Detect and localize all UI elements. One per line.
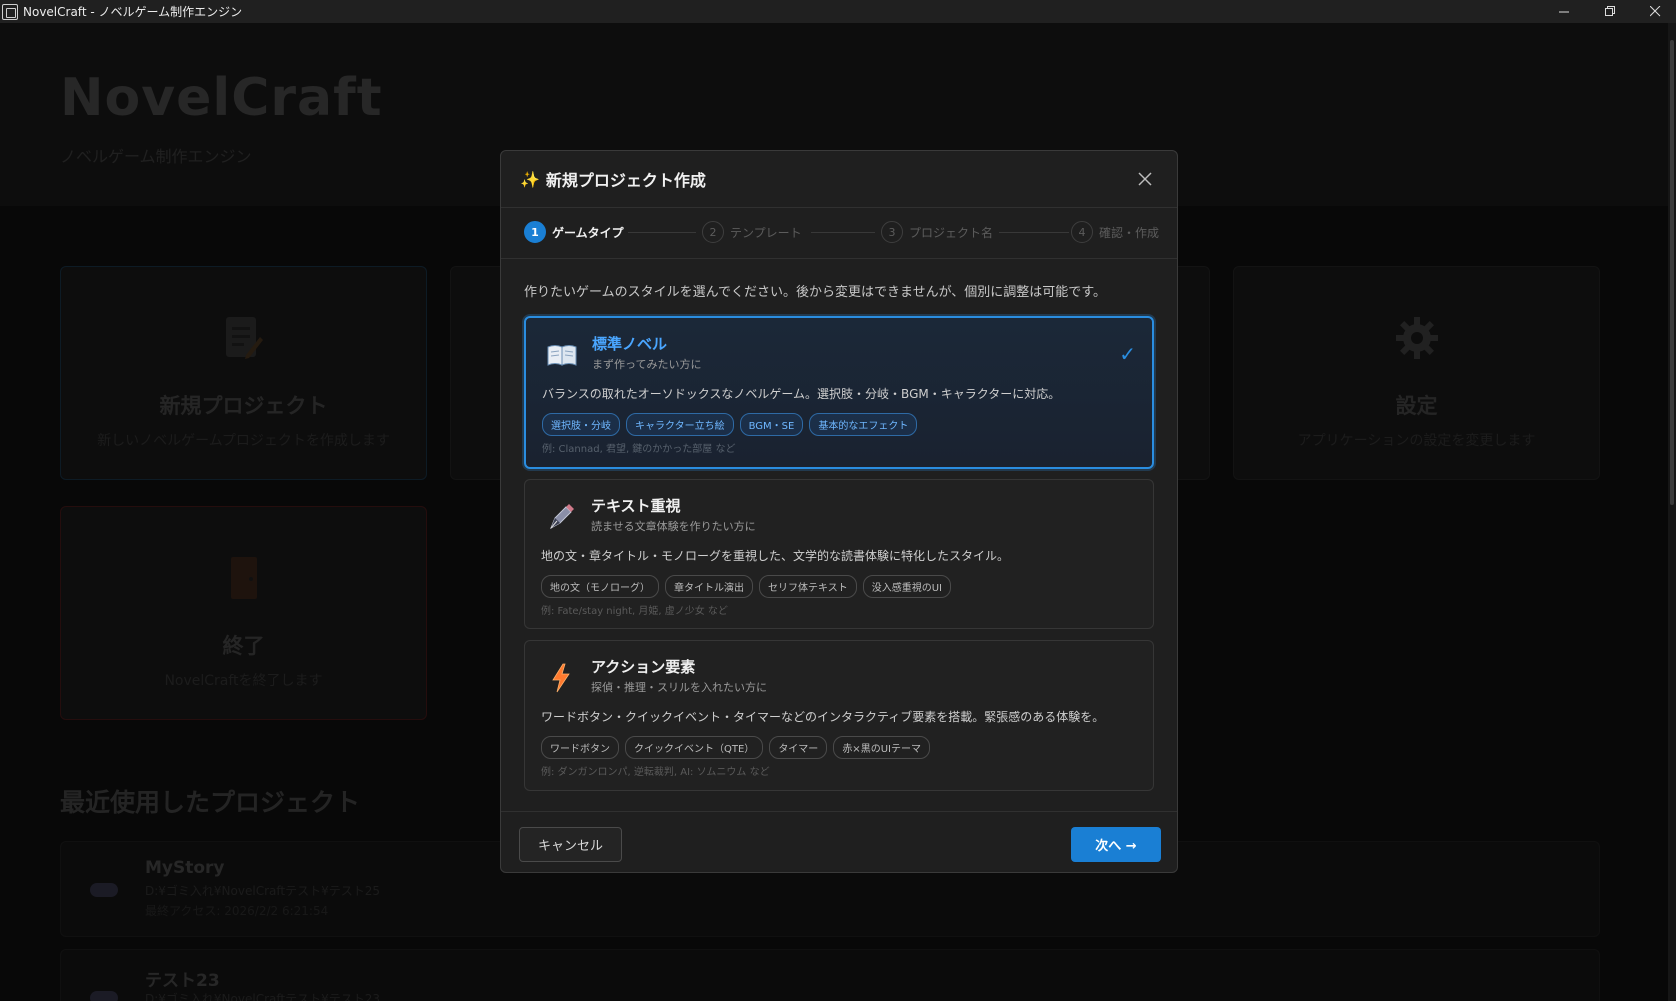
- option-title: 標準ノベル: [592, 335, 668, 353]
- option-title: アクション要素: [591, 658, 696, 676]
- restore-icon: [1604, 6, 1615, 16]
- window-title: NovelCraft - ノベルゲーム制作エンジン: [23, 5, 243, 19]
- game-type-option-standard[interactable]: 標準ノベル まず作ってみたい方に ✓ バランスの取れたオーソドックスなノベルゲー…: [524, 316, 1154, 469]
- title-bar: NovelCraft - ノベルゲーム制作エンジン: [0, 0, 1676, 23]
- feature-tag: 地の文（モノローグ）: [541, 575, 659, 598]
- feature-tag: 選択肢・分岐: [542, 413, 620, 436]
- option-examples: 例: ダンガンロンパ, 逆転裁判, AI: ソムニウム など: [541, 767, 770, 778]
- feature-tag: タイマー: [769, 736, 828, 759]
- step-number: 1: [524, 221, 546, 243]
- feature-tag: 赤×黒のUIテーマ: [833, 736, 930, 759]
- option-tags: 地の文（モノローグ） 章タイトル演出 セリフ体テキスト 没入感重視のUI: [541, 575, 951, 598]
- step-game-type: 1 ゲームタイプ: [524, 221, 624, 243]
- step-number: 3: [881, 221, 903, 243]
- close-icon: [1138, 172, 1152, 186]
- scrollbar-thumb[interactable]: [1670, 40, 1674, 505]
- option-description: バランスの取れたオーソドックスなノベルゲーム。選択肢・分岐・BGM・キャラクター…: [542, 387, 1061, 401]
- feature-tag: セリフ体テキスト: [759, 575, 857, 598]
- dialog-title: 新規プロジェクト作成: [545, 171, 706, 190]
- pen-icon: [544, 500, 578, 534]
- option-description: 地の文・章タイトル・モノローグを重視した、文学的な読書体験に特化したスタイル。: [541, 549, 1010, 563]
- step-label: プロジェクト名: [909, 225, 994, 240]
- feature-tag: BGM・SE: [739, 413, 804, 436]
- option-tags: ワードボタン クイックイベント（QTE） タイマー 赤×黒のUIテーマ: [541, 736, 930, 759]
- option-examples: 例: Clannad, 君望, 鍵のかかった部屋 など: [542, 444, 736, 455]
- feature-tag: ワードボタン: [541, 736, 619, 759]
- option-subtitle: 読ませる文章体験を作りたい方に: [591, 520, 756, 533]
- option-subtitle: まず作ってみたい方に: [592, 358, 702, 371]
- feature-tag: 基本的なエフェクト: [809, 413, 918, 436]
- instructions-text: 作りたいゲームのスタイルを選んでください。後から変更はできませんが、個別に調整は…: [524, 285, 1107, 300]
- restore-button[interactable]: [1587, 0, 1633, 23]
- option-description: ワードボタン・クイックイベント・タイマーなどのインタラクティブ要素を搭載。緊張感…: [541, 710, 1105, 724]
- window-close-button[interactable]: [1632, 0, 1676, 23]
- option-tags: 選択肢・分岐 キャラクター立ち絵 BGM・SE 基本的なエフェクト: [542, 413, 918, 436]
- feature-tag: クイックイベント（QTE）: [625, 736, 764, 759]
- wizard-stepper: 1 ゲームタイプ 2 テンプレート 3 プロジェクト名 4 確認・作成: [501, 209, 1177, 259]
- step-connector: [999, 232, 1069, 233]
- dialog-close-button[interactable]: [1135, 169, 1155, 189]
- step-confirm-create: 4 確認・作成: [1071, 221, 1159, 243]
- new-project-dialog: ✨ 新規プロジェクト作成 1 ゲームタイプ 2 テンプレート 3 プロジェクト名…: [500, 150, 1178, 873]
- step-number: 2: [702, 221, 724, 243]
- checkmark-icon: ✓: [1119, 342, 1136, 366]
- step-label: ゲームタイプ: [552, 225, 624, 240]
- dialog-footer: キャンセル 次へ →: [501, 811, 1177, 872]
- dialog-header: ✨ 新規プロジェクト作成: [501, 151, 1177, 208]
- option-title: テキスト重視: [591, 497, 681, 515]
- step-template: 2 テンプレート: [702, 221, 802, 243]
- step-label: 確認・作成: [1099, 225, 1160, 240]
- game-type-option-text-focused[interactable]: テキスト重視 読ませる文章体験を作りたい方に 地の文・章タイトル・モノローグを重…: [524, 479, 1154, 629]
- option-subtitle: 探偵・推理・スリルを入れたい方に: [591, 681, 767, 694]
- minimize-icon: [1558, 11, 1569, 13]
- step-project-name: 3 プロジェクト名: [881, 221, 993, 243]
- game-type-option-action[interactable]: アクション要素 探偵・推理・スリルを入れたい方に ワードボタン・クイックイベント…: [524, 640, 1154, 791]
- step-number: 4: [1071, 221, 1093, 243]
- feature-tag: キャラクター立ち絵: [626, 413, 734, 436]
- feature-tag: 章タイトル演出: [665, 575, 753, 598]
- book-icon: [545, 338, 579, 372]
- lightning-icon: [544, 661, 578, 695]
- step-label: テンプレート: [730, 225, 802, 240]
- feature-tag: 没入感重視のUI: [862, 575, 951, 598]
- next-button[interactable]: 次へ →: [1071, 827, 1161, 862]
- close-icon: [1649, 6, 1660, 17]
- step-connector: [628, 232, 696, 233]
- option-examples: 例: Fate/stay night, 月姫, 虚ノ少女 など: [541, 606, 728, 617]
- minimize-button[interactable]: [1541, 0, 1587, 23]
- sparkle-icon: ✨: [520, 169, 540, 189]
- app-icon: [2, 3, 18, 20]
- cancel-button[interactable]: キャンセル: [519, 827, 622, 862]
- step-connector: [811, 232, 875, 233]
